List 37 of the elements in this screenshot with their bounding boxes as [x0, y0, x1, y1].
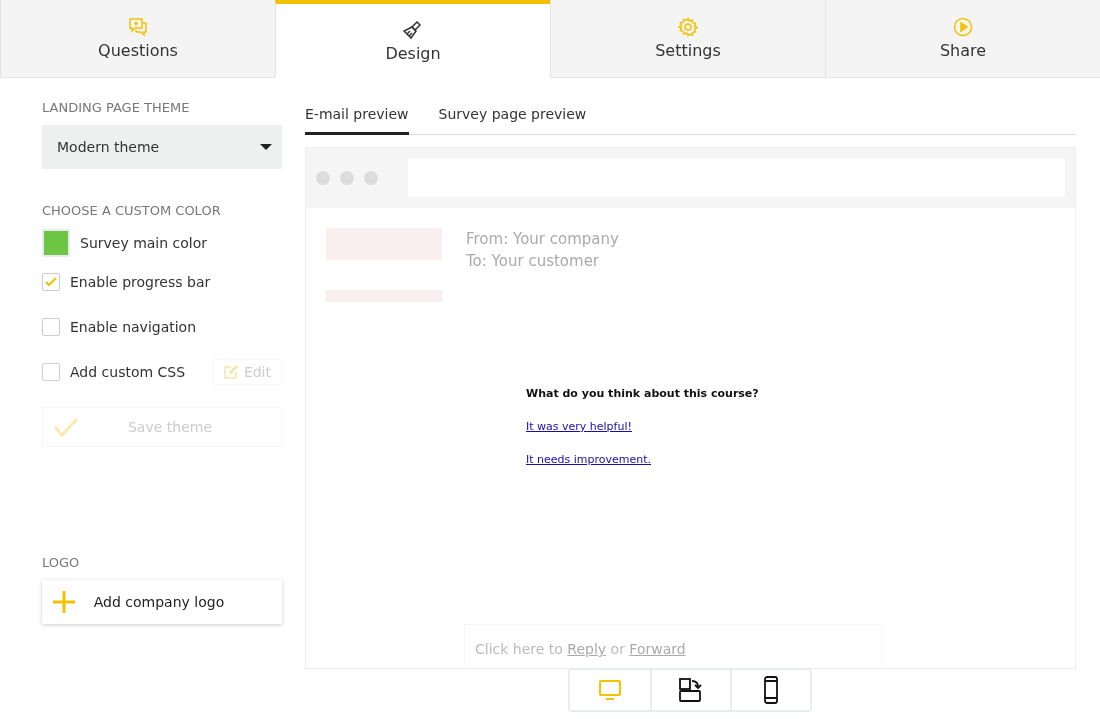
answer-link[interactable]: It was very helpful! — [526, 420, 1075, 433]
add-logo-button[interactable]: Add company logo — [42, 580, 282, 624]
checkbox[interactable] — [42, 318, 60, 336]
check-icon — [53, 417, 79, 437]
section-heading: LANDING PAGE THEME — [42, 100, 191, 115]
section-heading: CHOOSE A CUSTOM COLOR — [42, 203, 222, 218]
checkbox[interactable] — [42, 363, 60, 381]
sender-text: From: Your company — [466, 229, 619, 250]
color-label: Survey main color — [80, 235, 208, 251]
check-icon — [45, 277, 57, 287]
preview-tab[interactable]: E-mail preview — [305, 100, 409, 135]
section-heading: LOGO — [42, 555, 81, 570]
caret-icon — [260, 144, 272, 150]
brush-icon — [403, 19, 423, 40]
play-icon — [953, 17, 973, 37]
phone-icon — [763, 676, 779, 704]
plus-icon — [52, 590, 76, 614]
theme-dropdown[interactable]: Modern theme — [42, 125, 282, 169]
checkbox-label: Enable navigation — [70, 319, 197, 335]
edit-icon — [223, 365, 238, 379]
window-dot-icon — [340, 171, 354, 185]
recipient-text: To: Your customer — [466, 251, 601, 272]
window-dot-icon — [316, 171, 330, 185]
checkbox-label: Add custom CSS — [70, 364, 186, 380]
device-button[interactable] — [730, 670, 810, 710]
window-dot-icon — [364, 171, 378, 185]
checkbox[interactable] — [42, 273, 60, 291]
gear-icon — [678, 17, 698, 37]
chat-bubble-icon — [128, 17, 148, 37]
checkbox-label: Enable progress bar — [70, 274, 211, 290]
preview-tab[interactable]: Survey page preview — [438, 100, 587, 135]
monitor-icon — [598, 679, 622, 701]
nav-tab[interactable]: Design — [275, 0, 550, 78]
survey-question: What do you think about this course? — [526, 387, 760, 400]
rotate-device-icon — [678, 677, 704, 703]
answer-link[interactable]: It needs improvement. — [526, 453, 1075, 466]
color-swatch[interactable] — [42, 229, 70, 257]
